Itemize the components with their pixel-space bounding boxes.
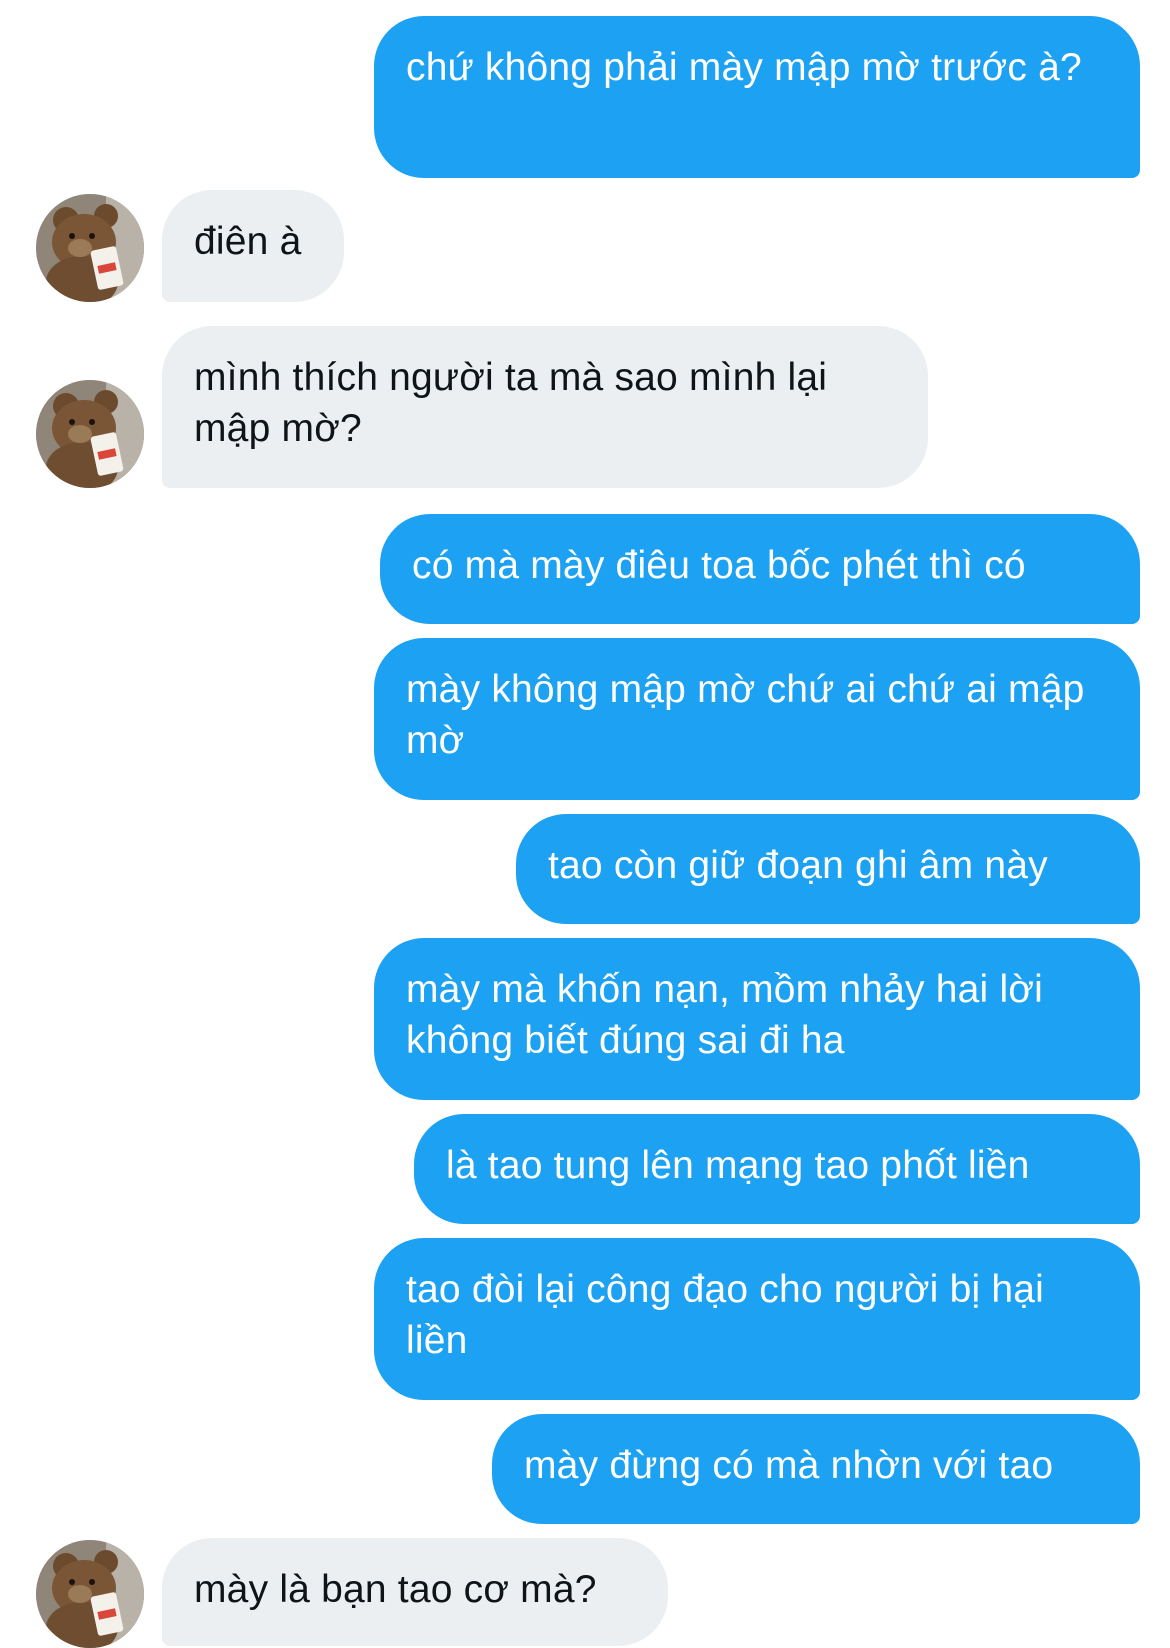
sent-message-bubble[interactable]: mày đừng có mà nhờn với tao (492, 1414, 1140, 1524)
sent-message-bubble[interactable]: là tao tung lên mạng tao phốt liền (414, 1114, 1140, 1224)
message-text: mình thích người ta mà sao mình lại mập … (194, 356, 828, 450)
message-text: mày là bạn tao cơ mà? (194, 1568, 597, 1611)
contact-avatar[interactable] (36, 1540, 144, 1648)
sent-message-bubble[interactable]: tao còn giữ đoạn ghi âm này (516, 814, 1140, 924)
teddy-bear-avatar-icon (36, 1540, 144, 1648)
message-text: điên à (194, 220, 302, 263)
message-text: mày không mập mờ chứ ai chứ ai mập mờ (406, 668, 1085, 762)
received-message-bubble[interactable]: mày là bạn tao cơ mà? (162, 1538, 668, 1646)
message-text: mày đừng có mà nhờn với tao (524, 1444, 1054, 1487)
sent-message-bubble[interactable]: mày không mập mờ chứ ai chứ ai mập mờ (374, 638, 1140, 800)
sent-message-bubble[interactable]: tao đòi lại công đạo cho người bị hại li… (374, 1238, 1140, 1400)
received-message-bubble[interactable]: điên à (162, 190, 344, 302)
message-text: tao còn giữ đoạn ghi âm này (548, 844, 1048, 887)
sent-message-bubble[interactable]: có mà mày điêu toa bốc phét thì có (380, 514, 1140, 624)
teddy-bear-avatar-icon (36, 194, 144, 302)
sent-message-bubble[interactable]: mày mà khốn nạn, mồm nhảy hai lời không … (374, 938, 1140, 1100)
message-text: là tao tung lên mạng tao phốt liền (446, 1144, 1030, 1187)
contact-avatar[interactable] (36, 194, 144, 302)
message-text: có mà mày điêu toa bốc phét thì có (412, 544, 1026, 587)
message-text: mày mà khốn nạn, mồm nhảy hai lời không … (406, 968, 1043, 1062)
contact-avatar[interactable] (36, 380, 144, 488)
received-message-bubble[interactable]: mình thích người ta mà sao mình lại mập … (162, 326, 928, 488)
sent-message-bubble[interactable]: chứ không phải mày mập mờ trước à? (374, 16, 1140, 178)
message-text: tao đòi lại công đạo cho người bị hại li… (406, 1268, 1045, 1362)
teddy-bear-avatar-icon (36, 380, 144, 488)
message-text: chứ không phải mày mập mờ trước à? (406, 46, 1082, 89)
